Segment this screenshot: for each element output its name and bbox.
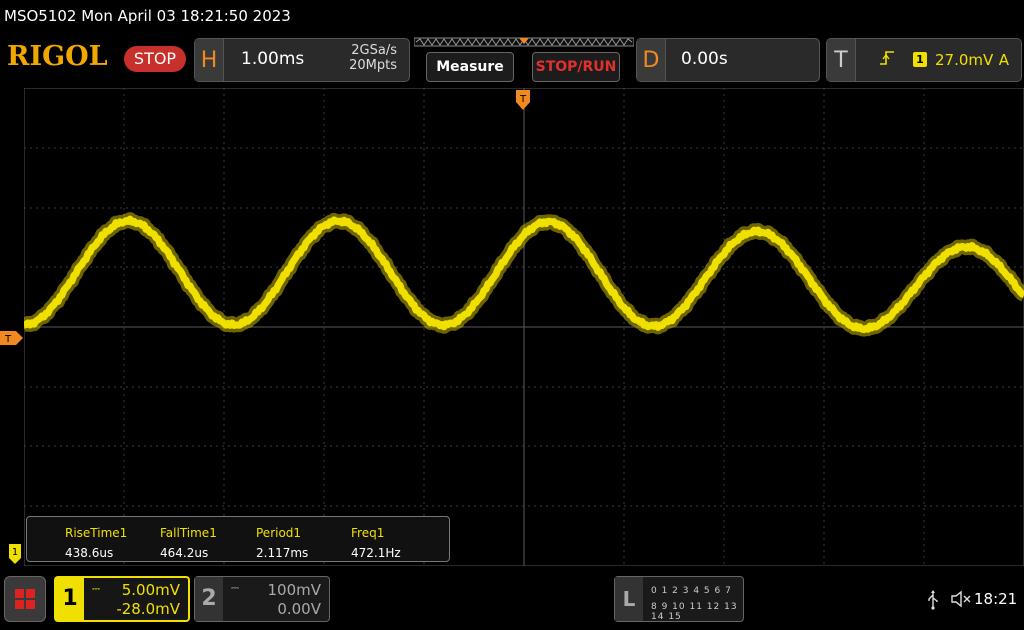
trigger-key: T bbox=[827, 39, 856, 81]
trigger-level-label: T bbox=[4, 334, 12, 345]
title-text: MSO5102 Mon April 03 18:21:50 2023 bbox=[4, 7, 291, 25]
measurement-name: FallTime1 bbox=[160, 526, 217, 540]
channel2-key: 2 bbox=[195, 577, 223, 621]
trigger-level: 27.0mV bbox=[935, 51, 994, 69]
trigger-mode: A bbox=[998, 51, 1009, 69]
trigger-panel[interactable]: T 1 27.0mV A bbox=[826, 38, 1022, 82]
measurement-value: 472.1Hz bbox=[351, 546, 401, 560]
measurement-name: Period1 bbox=[256, 526, 302, 540]
channel1-scale: 5.00mV bbox=[121, 581, 180, 599]
trigger-position-marker[interactable]: T bbox=[516, 90, 530, 112]
mute-icon[interactable] bbox=[950, 589, 972, 609]
sample-rate: 2GSa/s bbox=[351, 43, 397, 58]
channel2-offset: 0.00V bbox=[277, 600, 321, 618]
measurement-item: FallTime1 464.2us bbox=[160, 523, 217, 563]
memory-depth: 20Mpts bbox=[349, 58, 397, 73]
system-clock: 18:21 bbox=[974, 590, 1018, 608]
delay-panel[interactable]: D 0.00s bbox=[636, 38, 820, 82]
logic-channels-row2: 8 9 10 11 12 13 14 15 bbox=[651, 602, 738, 622]
logic-channels-row1: 0 1 2 3 4 5 6 7 bbox=[651, 586, 732, 596]
rising-edge-icon bbox=[880, 51, 894, 65]
measurement-value: 438.6us bbox=[65, 546, 114, 560]
measurement-name: Freq1 bbox=[351, 526, 385, 540]
home-menu-button[interactable] bbox=[4, 576, 46, 622]
usb-icon bbox=[928, 590, 938, 610]
measurement-name: RiseTime1 bbox=[65, 526, 128, 540]
logic-analyzer-panel[interactable]: L 0 1 2 3 4 5 6 7 8 9 10 11 12 13 14 15 bbox=[614, 576, 744, 622]
measurement-value: 464.2us bbox=[160, 546, 209, 560]
channel1-key: 1 bbox=[56, 578, 84, 620]
measure-button[interactable]: Measure bbox=[426, 52, 514, 82]
delay-key: D bbox=[637, 39, 666, 81]
channel2-scale: 100mV bbox=[267, 581, 321, 599]
trigger-source-badge: 1 bbox=[913, 52, 927, 67]
waveform-display[interactable] bbox=[24, 88, 1024, 566]
delay-value: 0.00s bbox=[681, 49, 728, 69]
sample-rate-info: 2GSa/s 20Mpts bbox=[349, 43, 397, 73]
title-bar: MSO5102 Mon April 03 18:21:50 2023 bbox=[0, 0, 1024, 34]
channel2-panel[interactable]: 2 ⎓ 100mV 0.00V bbox=[194, 576, 330, 622]
measurement-value: 2.117ms bbox=[256, 546, 309, 560]
horizontal-panel[interactable]: H 1.00ms 2GSa/s 20Mpts bbox=[194, 38, 410, 82]
measurement-item: Period1 2.117ms bbox=[256, 523, 308, 563]
logic-key: L bbox=[615, 577, 643, 621]
stop-run-button[interactable]: STOP/RUN bbox=[532, 52, 620, 82]
channel1-offset: -28.0mV bbox=[116, 600, 180, 618]
trigger-position-label: T bbox=[519, 94, 527, 105]
timebase-value: 1.00ms bbox=[241, 49, 305, 69]
trigger-level-marker[interactable]: T bbox=[0, 331, 24, 345]
dc-coupling-icon: ⎓ bbox=[92, 584, 100, 595]
rigol-logo: RIGOL bbox=[7, 41, 108, 72]
run-status-badge[interactable]: STOP bbox=[124, 46, 186, 72]
horizontal-key: H bbox=[195, 39, 224, 81]
channel1-panel[interactable]: 1 ⎓ 5.00mV -28.0mV bbox=[54, 576, 190, 622]
dc-coupling-icon: ⎓ bbox=[231, 583, 239, 594]
ch1-ground-label: 1 bbox=[12, 547, 18, 558]
measurement-results[interactable]: RiseTime1 438.6us FallTime1 464.2us Peri… bbox=[26, 516, 450, 562]
measurement-item: Freq1 472.1Hz bbox=[351, 523, 401, 563]
grid-menu-icon bbox=[15, 589, 35, 609]
measurement-item: RiseTime1 438.6us bbox=[65, 523, 127, 563]
memory-position-indicator bbox=[414, 37, 634, 47]
ch1-ground-marker[interactable]: 1 bbox=[9, 544, 23, 564]
